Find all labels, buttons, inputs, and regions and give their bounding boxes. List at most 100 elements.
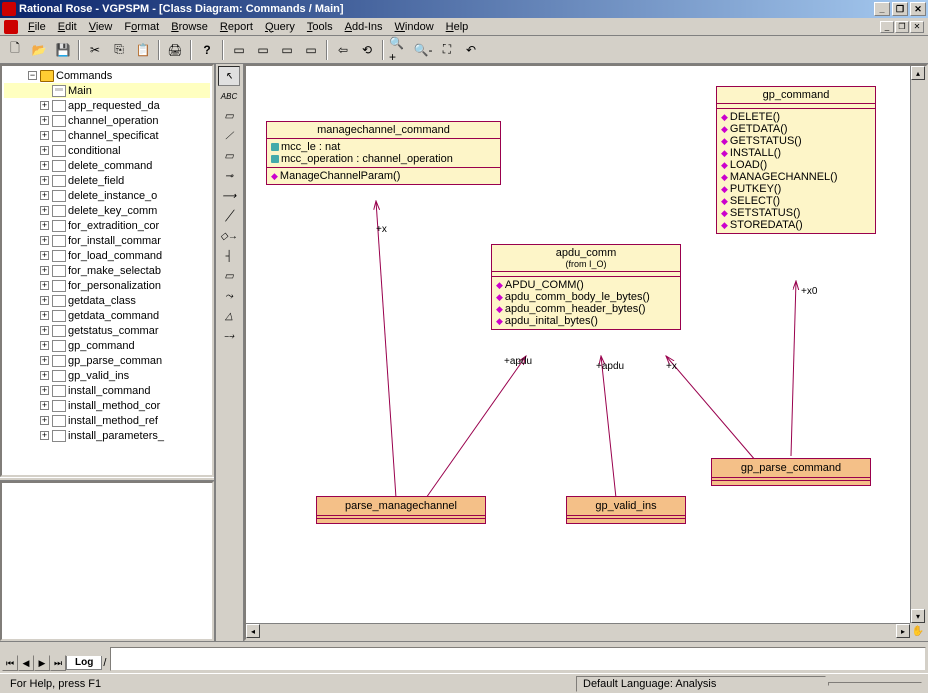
minimize-button[interactable]: _ [874, 2, 890, 16]
expander-icon[interactable]: + [40, 221, 49, 230]
expander-icon[interactable]: + [40, 431, 49, 440]
menu-edit[interactable]: Edit [52, 21, 83, 33]
mdi-minimize-button[interactable]: _ [880, 21, 894, 33]
package-tool[interactable]: ▭ [218, 266, 240, 286]
text-tool[interactable]: ABC [218, 86, 240, 106]
mdi-restore-button[interactable]: ❐ [895, 21, 909, 33]
tree-item[interactable]: +app_requested_da [4, 98, 210, 113]
tree-item[interactable]: +conditional [4, 143, 210, 158]
generalization-tool[interactable]: △ [218, 306, 240, 326]
interface-tool[interactable]: ⊸ [218, 166, 240, 186]
close-button[interactable]: ✕ [910, 2, 926, 16]
menu-report[interactable]: Report [214, 21, 259, 33]
tree-item[interactable]: +channel_operation [4, 113, 210, 128]
canvas-scrollbar-vertical[interactable]: ▴ ▾ [910, 66, 926, 623]
tree-item[interactable]: +install_method_cor [4, 398, 210, 413]
fit-window-button[interactable]: ⛶ [436, 39, 458, 61]
mdi-icon[interactable] [4, 20, 18, 34]
tree-item[interactable]: +gp_command [4, 338, 210, 353]
expander-icon[interactable]: + [40, 356, 49, 365]
browse-deployment-button[interactable]: ▭ [300, 39, 322, 61]
association-uni-tool[interactable]: ⟶ [218, 186, 240, 206]
note-tool[interactable]: ▭ [218, 106, 240, 126]
expander-icon[interactable]: + [40, 371, 49, 380]
tree-item[interactable]: +install_command [4, 383, 210, 398]
paste-button[interactable]: 📋 [132, 39, 154, 61]
expander-icon[interactable]: + [40, 311, 49, 320]
anchor-tool[interactable]: ⟋ [218, 126, 240, 146]
new-button[interactable]: 🗋 [4, 39, 26, 61]
class-apdu-comm[interactable]: apdu_comm (from I_O) ◆APDU_COMM() ◆apdu_… [491, 244, 681, 330]
browse-class-button[interactable]: ▭ [228, 39, 250, 61]
class-gp-valid-ins[interactable]: gp_valid_ins [566, 496, 686, 524]
zoom-out-button[interactable]: 🔍- [412, 39, 434, 61]
menu-view[interactable]: View [83, 21, 119, 33]
expander-icon[interactable]: + [40, 131, 49, 140]
expander-icon[interactable]: − [28, 71, 37, 80]
tree-item[interactable]: +Main [4, 83, 210, 98]
expander-icon[interactable]: + [40, 176, 49, 185]
browse-parent-button[interactable]: ⇦ [332, 39, 354, 61]
menu-browse[interactable]: Browse [165, 21, 214, 33]
log-nav-next[interactable]: ▶ [34, 655, 50, 671]
menu-file[interactable]: File [22, 21, 52, 33]
expander-icon[interactable]: + [40, 386, 49, 395]
tree-item[interactable]: +install_method_ref [4, 413, 210, 428]
association-tool[interactable]: ╱ [218, 206, 240, 226]
tree-item[interactable]: +gp_parse_comman [4, 353, 210, 368]
tree-item[interactable]: +getstatus_commar [4, 323, 210, 338]
dependency-tool[interactable]: ⤳ [218, 286, 240, 306]
expander-icon[interactable]: + [40, 401, 49, 410]
context-help-button[interactable]: ? [196, 39, 218, 61]
tree-item[interactable]: +install_parameters_ [4, 428, 210, 443]
tree-item[interactable]: +delete_instance_o [4, 188, 210, 203]
aggregation-tool[interactable]: ◇→ [218, 226, 240, 246]
menu-tools[interactable]: Tools [301, 21, 339, 33]
menu-addins[interactable]: Add-Ins [339, 21, 389, 33]
expander-icon[interactable]: + [40, 281, 49, 290]
tree-item[interactable]: +getdata_command [4, 308, 210, 323]
tree-item[interactable]: +gp_valid_ins [4, 368, 210, 383]
expander-icon[interactable]: + [40, 116, 49, 125]
canvas-scrollbar-horizontal[interactable]: ◂ ▸ [246, 623, 910, 639]
realize-tool[interactable]: ⤍ [218, 326, 240, 346]
menu-format[interactable]: Format [118, 21, 165, 33]
expander-icon[interactable]: + [40, 161, 49, 170]
log-nav-last[interactable]: ⏭ [50, 655, 66, 671]
scroll-up-button[interactable]: ▴ [911, 66, 925, 80]
association-class-tool[interactable]: ┤ [218, 246, 240, 266]
open-button[interactable]: 📂 [28, 39, 50, 61]
scroll-right-button[interactable]: ▸ [896, 624, 910, 638]
tree-item[interactable]: +for_extradition_cor [4, 218, 210, 233]
log-nav-prev[interactable]: ◀ [18, 655, 34, 671]
tree-item[interactable]: +delete_field [4, 173, 210, 188]
restore-button[interactable]: ❐ [892, 2, 908, 16]
zoom-in-button[interactable]: 🔍+ [388, 39, 410, 61]
cut-button[interactable]: ✂ [84, 39, 106, 61]
expander-icon[interactable]: + [40, 326, 49, 335]
log-nav-first[interactable]: ⏮ [2, 655, 18, 671]
browse-component-button[interactable]: ▭ [276, 39, 298, 61]
pointer-tool[interactable]: ↖ [218, 66, 240, 86]
copy-button[interactable]: ⎘ [108, 39, 130, 61]
print-button[interactable]: 🖨 [164, 39, 186, 61]
tree-item[interactable]: +for_load_command [4, 248, 210, 263]
tree-item[interactable]: +for_personalization [4, 278, 210, 293]
class-managechannel-command[interactable]: managechannel_command mcc_le : nat mcc_o… [266, 121, 501, 185]
tree-item[interactable]: +for_install_commar [4, 233, 210, 248]
documentation-pane[interactable] [0, 481, 214, 641]
expander-icon[interactable]: + [40, 266, 49, 275]
tree-item[interactable]: +delete_key_comm [4, 203, 210, 218]
expander-icon[interactable]: + [40, 236, 49, 245]
log-tab[interactable]: Log [66, 656, 102, 670]
expander-icon[interactable]: + [40, 296, 49, 305]
menu-window[interactable]: Window [389, 21, 440, 33]
pan-grip-icon[interactable]: ✋ [910, 623, 926, 639]
class-gp-command[interactable]: gp_command ◆DELETE()◆GETDATA()◆GETSTATUS… [716, 86, 876, 234]
tree-folder-commands[interactable]: − Commands [4, 68, 210, 83]
expander-icon[interactable]: + [40, 206, 49, 215]
browse-prev-button[interactable]: ⟲ [356, 39, 378, 61]
diagram-canvas[interactable]: managechannel_command mcc_le : nat mcc_o… [246, 66, 926, 639]
tree-view[interactable]: − Commands +Main+app_requested_da+channe… [0, 64, 214, 477]
expander-icon[interactable]: + [40, 416, 49, 425]
